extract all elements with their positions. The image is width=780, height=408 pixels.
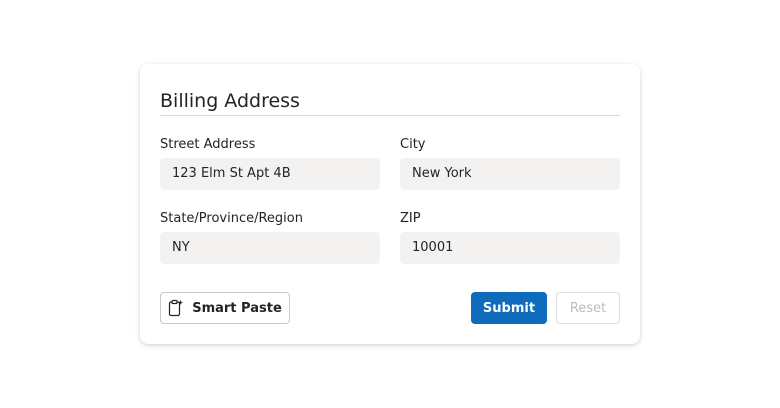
title-divider: [160, 115, 620, 116]
submit-button[interactable]: Submit: [471, 292, 547, 324]
smart-paste-label: Smart Paste: [192, 300, 282, 316]
street-address-label: Street Address: [160, 137, 256, 152]
smart-paste-button[interactable]: Smart Paste: [160, 292, 290, 324]
street-address-input[interactable]: 123 Elm St Apt 4B: [160, 158, 380, 190]
reset-button[interactable]: Reset: [556, 292, 620, 324]
billing-address-card: Billing Address Street Address 123 Elm S…: [140, 64, 640, 344]
city-input[interactable]: New York: [400, 158, 620, 190]
city-label: City: [400, 137, 426, 152]
clipboard-sparkle-icon: [168, 299, 184, 317]
zip-label: ZIP: [400, 211, 421, 226]
state-input[interactable]: NY: [160, 232, 380, 264]
form-title: Billing Address: [160, 90, 300, 112]
zip-input[interactable]: 10001: [400, 232, 620, 264]
state-label: State/Province/Region: [160, 211, 303, 226]
